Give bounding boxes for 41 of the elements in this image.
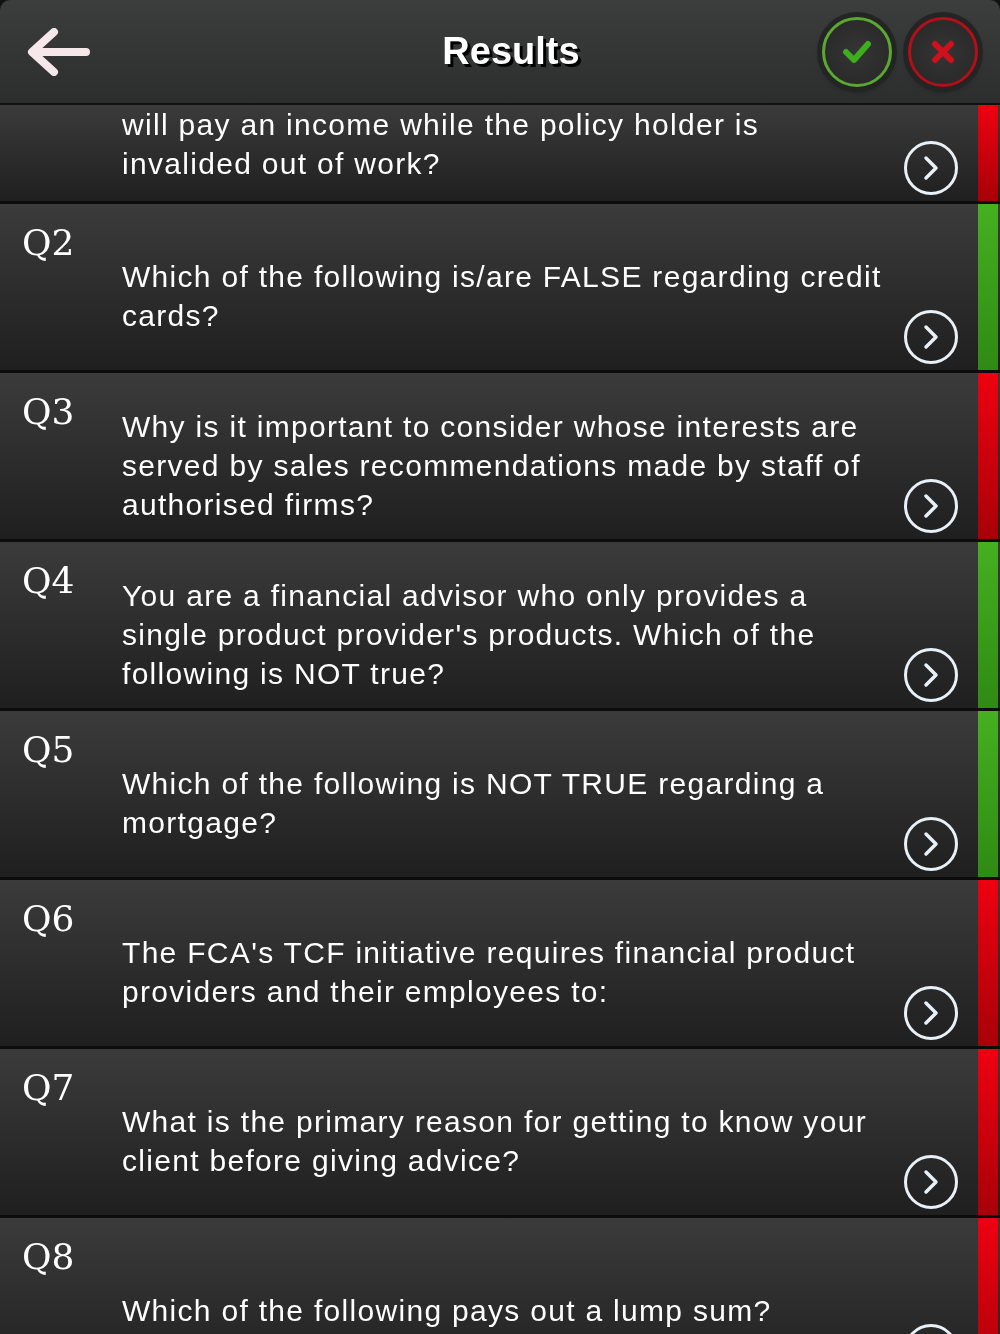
chevron-right-icon [923, 324, 939, 350]
question-text: Which of the following is NOT TRUE regarding a mortgage? [122, 766, 826, 841]
question-number: Q8 [22, 1236, 75, 1277]
question-text: Why is it important to consider whose interests are served by sales recommendations made by staff of authorised firms? [122, 408, 862, 523]
chevron-button[interactable] [904, 648, 958, 702]
question-number: Q2 [22, 222, 75, 263]
chevron-right-icon [923, 155, 939, 181]
chevron-button[interactable] [904, 1155, 958, 1209]
question-text: What is the primary reason for getting to know your client before giving advice? [122, 1104, 868, 1179]
question-number: Q7 [22, 1067, 75, 1108]
question-text: Which of the following is/are FALSE regarding credit cards? [122, 259, 883, 334]
screen-title: Results [441, 30, 581, 73]
question-row[interactable]: Q3 Why is it important to consider whose interests are served by sales recommendations made by staff of authorised firms? [0, 373, 1000, 542]
question-row[interactable]: Q2 Which of the following is/are FALSE regarding credit cards? [0, 204, 1000, 373]
question-number: Q3 [22, 391, 75, 432]
question-number: Q4 [22, 560, 75, 601]
question-row[interactable]: Q6 The FCA's TCF initiative requires financial product providers and their employees to: [0, 880, 1000, 1049]
chevron-right-icon [923, 831, 939, 857]
question-number: Q6 [22, 898, 75, 939]
question-row[interactable]: Q8 Which of the following pays out a lump sum? [0, 1218, 1000, 1334]
question-row[interactable]: will pay an income while the policy holder is invalided out of work? [0, 105, 1000, 204]
question-number: Q5 [22, 729, 75, 770]
question-text: Which of the following pays out a lump sum? [122, 1292, 772, 1329]
question-text: You are a financial advisor who only provides a single product provider's products. Which of the following is NOT true? [122, 577, 817, 692]
chevron-button[interactable] [904, 986, 958, 1040]
chevron-right-icon [923, 1169, 939, 1195]
chevron-button[interactable] [904, 479, 958, 533]
check-icon [842, 39, 872, 64]
chevron-right-icon [923, 493, 939, 519]
question-text: will pay an income while the policy holder is invalided out of work? [122, 107, 761, 182]
question-row[interactable]: Q5 Which of the following is NOT TRUE regarding a mortgage? [0, 711, 1000, 880]
chevron-button[interactable] [904, 141, 958, 195]
question-text: The FCA's TCF initiative requires financial product providers and their employees to: [122, 935, 857, 1010]
chevron-right-icon [923, 662, 939, 688]
chevron-button[interactable] [904, 310, 958, 364]
close-icon [931, 39, 955, 64]
back-arrow-icon [26, 27, 90, 76]
question-row[interactable]: Q7 What is the primary reason for getting to know your client before giving advice? [0, 1049, 1000, 1218]
question-row[interactable]: Q4 You are a financial advisor who only provides a single product provider's products. Which of the following is NOT true? [0, 542, 1000, 711]
chevron-right-icon [923, 1000, 939, 1026]
chevron-button[interactable] [904, 817, 958, 871]
